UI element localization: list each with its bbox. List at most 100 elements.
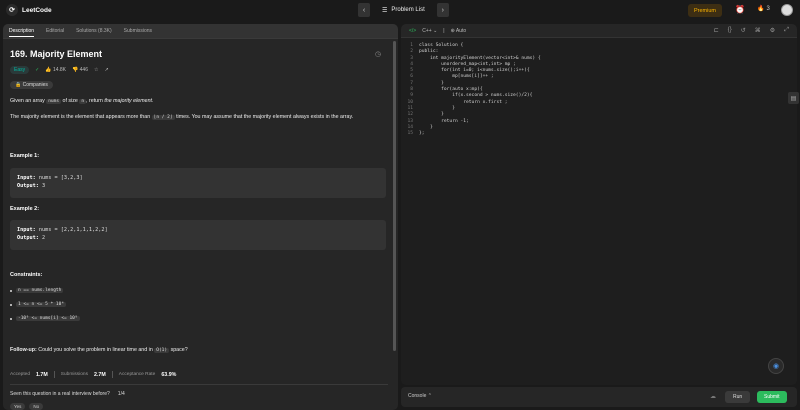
code-icon: </>: [409, 27, 417, 34]
star-icon[interactable]: ☆: [94, 67, 98, 73]
console-label: Console: [408, 393, 427, 399]
desc-text: .: [152, 98, 154, 104]
desc-emphasis: the majority element: [104, 98, 153, 104]
example-1-block: Input: nums = [3,2,3] Output: 3: [10, 168, 386, 198]
seen-text: Seen this question in a real interview b…: [10, 391, 110, 397]
interview-question: Seen this question in a real interview b…: [10, 391, 125, 397]
problem-meta: Easy ✓ 👍 14.8K 👎 446 ☆ ↗: [10, 66, 109, 74]
constraint-item: 1 <= n <= 5 * 10⁴: [10, 302, 67, 307]
language-selector[interactable]: C++ ⌄: [422, 28, 437, 34]
example-1-title: Example 1:: [10, 153, 40, 159]
acceptance-rate-label: Acceptance Rate: [118, 372, 156, 377]
console-toggle[interactable]: Console ⌃: [408, 393, 432, 399]
solved-check-icon: ✓: [35, 67, 40, 73]
cloud-icon[interactable]: ☁: [710, 393, 716, 400]
tab-solutions[interactable]: Solutions (8.3K): [76, 28, 112, 34]
desc-text: The majority element is the element that…: [10, 114, 152, 120]
fire-icon: 🔥: [757, 6, 765, 12]
fullscreen-icon[interactable]: ⤢: [784, 27, 789, 34]
seen-count: 1/4: [117, 391, 125, 397]
timer-icon[interactable]: ◷: [375, 50, 381, 58]
desc-text: times. You may assume that the majority …: [174, 114, 354, 120]
inline-code: ⌊n / 2⌋: [151, 115, 175, 120]
companies-label: Companies: [22, 82, 48, 88]
run-button[interactable]: Run: [725, 391, 751, 403]
output-value: 2: [42, 235, 46, 241]
submit-button[interactable]: Submit: [757, 391, 787, 403]
constraint-code: 1 <= n <= 5 * 10⁴: [16, 302, 67, 307]
list-icon: ☰: [382, 7, 388, 14]
lock-icon: 🔒: [15, 82, 22, 88]
input-label: Input:: [17, 175, 36, 181]
next-problem-button[interactable]: ›: [436, 3, 449, 17]
desc-text: of size: [61, 98, 80, 104]
description-paragraph-2: The majority element is the element that…: [10, 113, 388, 122]
settings-icon[interactable]: ⚙: [770, 27, 775, 34]
example-2-block: Input: nums = [2,2,1,1,1,2,2] Output: 2: [10, 220, 386, 250]
like-button[interactable]: 👍 14.8K: [45, 67, 66, 73]
logo[interactable]: ⟳ LeetCode: [6, 4, 52, 16]
tab-description[interactable]: Description: [9, 28, 35, 37]
braces-icon[interactable]: {}: [728, 27, 732, 34]
dislike-button[interactable]: 👎 446: [72, 67, 88, 73]
alarm-clock-icon[interactable]: ⏰: [735, 5, 745, 14]
divider: [111, 371, 113, 378]
submissions-value: 2.7M: [94, 371, 106, 378]
problem-nav: ‹ ☰ Problem List ›: [358, 3, 449, 17]
language-label: C++: [422, 27, 432, 34]
lock-icon: |: [443, 27, 445, 34]
reset-icon[interactable]: ↺: [741, 27, 746, 34]
followup-label: Follow-up:: [10, 347, 37, 353]
no-button[interactable]: No: [29, 403, 44, 410]
inline-code: O(1): [154, 348, 170, 353]
problem-list-button[interactable]: ☰ Problem List: [376, 7, 431, 14]
acceptance-rate-value: 63.9%: [161, 371, 177, 378]
prev-problem-button[interactable]: ‹: [358, 3, 370, 17]
streak-counter[interactable]: 🔥 3: [757, 5, 770, 13]
divider: [53, 371, 55, 378]
followup-paragraph: Follow-up: Could you solve the problem i…: [10, 346, 388, 355]
top-bar: ⟳ LeetCode ‹ ☰ Problem List › Premium ⏰ …: [0, 0, 800, 22]
bullet-dot: [10, 289, 12, 292]
scrollbar[interactable]: [393, 41, 396, 351]
dislike-count: 446: [79, 67, 88, 73]
code-panel: </> C++ ⌄ | ⊕ Auto ⊏ {} ↺ ⌘ ⚙ ⤢ 1 class S…: [401, 24, 797, 385]
constraints-title: Constraints:: [10, 272, 43, 278]
code-editor[interactable]: 1 class Solution {2 public: 3 int majorityE…: [401, 43, 781, 137]
accepted-value: 1.7M: [36, 371, 48, 378]
companies-tag[interactable]: 🔒 Companies: [10, 81, 53, 89]
like-count: 14.8K: [52, 67, 67, 73]
output-label: Output:: [17, 183, 39, 189]
code-line[interactable]: 15};: [401, 131, 781, 137]
avatar[interactable]: [781, 4, 793, 16]
description-tabs: Description Editorial Solutions (8.3K) S…: [3, 24, 398, 39]
divider: [10, 384, 388, 385]
logo-text: LeetCode: [22, 6, 52, 14]
constraint-item: n == nums.length: [10, 288, 64, 293]
premium-button[interactable]: Premium: [688, 4, 723, 17]
auto-toggle[interactable]: ⊕ Auto: [451, 28, 467, 34]
chat-icon[interactable]: ◉: [768, 358, 784, 374]
output-label: Output:: [17, 235, 39, 241]
output-value: 3: [42, 183, 46, 189]
code-text: };: [419, 131, 425, 137]
input-value: nums = [2,2,1,1,1,2,2]: [38, 227, 108, 233]
yes-button[interactable]: Yes: [10, 403, 26, 410]
share-icon[interactable]: ↗: [104, 67, 108, 73]
line-number: 15: [407, 131, 413, 137]
accepted-label: Accepted: [10, 372, 31, 377]
tab-submissions[interactable]: Submissions: [124, 28, 152, 34]
input-value: nums = [3,2,3]: [38, 175, 83, 181]
difficulty-badge: Easy: [10, 66, 30, 74]
constraint-code: n == nums.length: [16, 288, 64, 293]
constraint-code: -10⁹ <= nums[i] <= 10⁹: [16, 316, 80, 321]
desc-text: , return: [86, 98, 105, 104]
side-panel-icon[interactable]: ▤: [788, 92, 799, 104]
shortcuts-icon[interactable]: ⌘: [755, 27, 761, 34]
bookmark-icon[interactable]: ⊏: [714, 27, 719, 34]
bullet-dot: [10, 303, 12, 306]
constraint-item: -10⁹ <= nums[i] <= 10⁹: [10, 316, 80, 321]
submissions-label: Submissions: [60, 372, 88, 377]
code-tools: ⊏ {} ↺ ⌘ ⚙ ⤢: [714, 27, 789, 34]
tab-editorial[interactable]: Editorial: [46, 28, 64, 34]
